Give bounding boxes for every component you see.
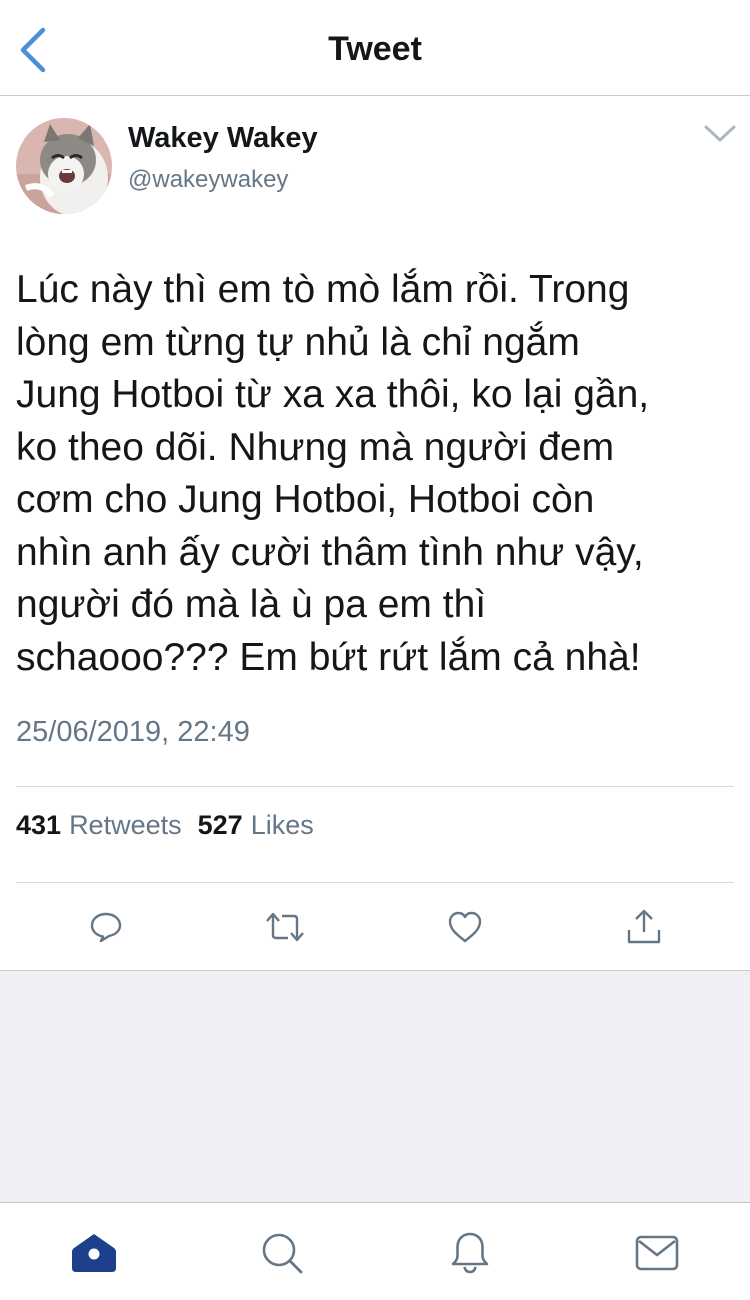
tweet-detail-screen: Tweet Wakey Wakey @wakeywakey Lúc này th… (0, 0, 750, 1300)
avatar[interactable] (16, 118, 112, 214)
cat-avatar-image (16, 118, 112, 214)
empty-replies-area (0, 970, 750, 1202)
likes-stat[interactable]: 527 Likes (198, 810, 314, 841)
home-icon (72, 1234, 116, 1272)
reply-button[interactable] (82, 904, 130, 950)
likes-label: Likes (250, 810, 314, 840)
tweet-stats: 431 Retweets 527 Likes (16, 810, 314, 841)
share-button[interactable] (620, 904, 668, 950)
search-icon (262, 1233, 303, 1274)
share-icon (627, 909, 661, 944)
retweet-icon (266, 912, 304, 942)
tweet-actions (0, 884, 750, 970)
nav-header: Tweet (0, 0, 750, 96)
tab-home[interactable] (66, 1227, 122, 1279)
tweet-timestamp: 25/06/2019, 22:49 (16, 716, 250, 748)
likes-count: 527 (197, 810, 243, 840)
like-button[interactable] (441, 904, 489, 950)
like-icon (448, 911, 482, 943)
retweets-count: 431 (16, 810, 62, 840)
author-handle[interactable]: @wakeywakey (128, 166, 288, 194)
messages-icon (635, 1235, 679, 1271)
page-title: Tweet (328, 30, 422, 68)
reply-icon (90, 912, 122, 943)
more-options-button[interactable] (700, 118, 740, 150)
retweets-stat[interactable]: 431 Retweets (16, 810, 182, 841)
divider (16, 882, 734, 883)
chevron-down-icon (704, 125, 736, 142)
author-display-name[interactable]: Wakey Wakey (128, 122, 318, 155)
retweet-button[interactable] (261, 904, 309, 950)
tweet-text: Lúc này thì em tò mò lắm rồi. Trong lòng… (16, 268, 650, 679)
bottom-tab-bar (0, 1202, 750, 1300)
retweets-label: Retweets (69, 810, 182, 840)
notifications-icon (451, 1232, 489, 1274)
tab-messages[interactable] (629, 1227, 685, 1279)
tab-search[interactable] (254, 1227, 310, 1279)
divider (16, 786, 734, 787)
tab-notifications[interactable] (442, 1227, 498, 1279)
